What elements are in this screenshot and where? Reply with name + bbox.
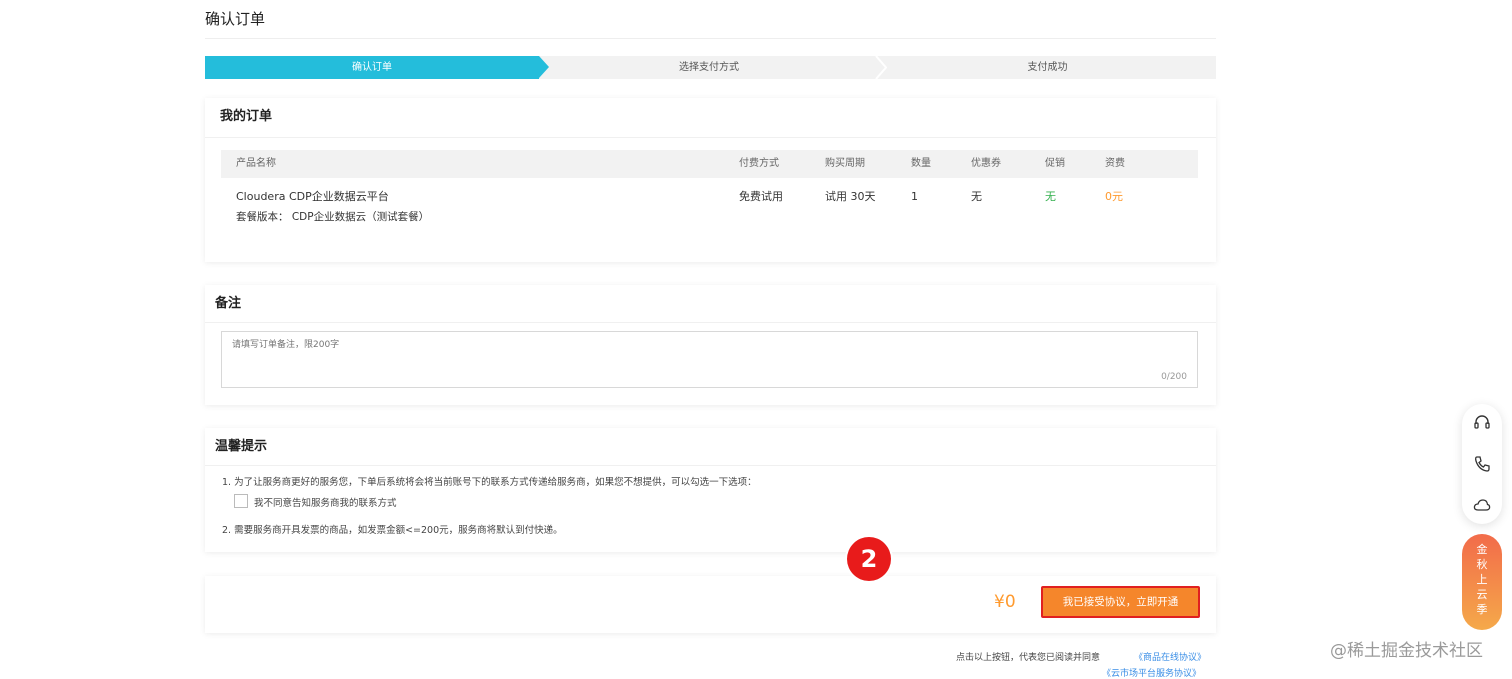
- package-version: 套餐版本： CDP企业数据云（测试套餐）: [236, 211, 430, 223]
- tips-card: 温馨提示 1. 为了让服务商更好的服务您，下单后系统将会将当前账号下的联系方式传…: [205, 428, 1216, 552]
- purchase-period: 试用 30天: [825, 190, 876, 203]
- product-agreement-link[interactable]: 《商品在线协议》: [1134, 650, 1206, 663]
- title-divider: [205, 38, 1216, 39]
- floating-toolbar: [1462, 404, 1502, 524]
- payment-method: 免费试用: [739, 190, 783, 203]
- promo-char: 上: [1476, 573, 1488, 586]
- platform-agreement-link[interactable]: 《云市场平台服务协议》: [1102, 666, 1201, 679]
- tips-heading: 温馨提示: [205, 428, 1216, 466]
- char-counter: 0/200: [1161, 372, 1187, 382]
- tip-line-2: 2. 需要服务商开具发票的商品，如发票金额<=200元，服务商将默认到付快递。: [222, 525, 563, 536]
- phone-icon[interactable]: [1473, 455, 1491, 473]
- order-table-header: 产品名称 付费方式 购买周期 数量 优惠券 促销 资费: [221, 150, 1198, 178]
- price-value: 0元: [1105, 190, 1123, 203]
- cloud-icon[interactable]: [1473, 496, 1491, 514]
- remark-box: 0/200: [221, 331, 1198, 388]
- watermark: @稀土掘金技术社区: [1330, 641, 1483, 661]
- quantity-value: 1: [911, 190, 918, 203]
- order-card: 我的订单 产品名称 付费方式 购买周期 数量 优惠券 促销 资费 Clouder…: [205, 98, 1216, 262]
- col-quantity: 数量: [911, 158, 931, 169]
- order-heading: 我的订单: [205, 98, 1216, 138]
- remark-card: 备注 0/200: [205, 285, 1216, 405]
- col-coupon: 优惠券: [971, 158, 1001, 169]
- col-price: 资费: [1105, 158, 1125, 169]
- checkbox-label[interactable]: 我不同意告知服务商我的联系方式: [254, 495, 397, 509]
- col-payment: 付费方式: [739, 158, 779, 169]
- promo-char: 金: [1476, 543, 1488, 556]
- promotion-value: 无: [1045, 190, 1056, 203]
- agreement-note: 点击以上按钮，代表您已阅读并同意: [956, 653, 1101, 663]
- remark-heading: 备注: [205, 285, 1216, 323]
- col-promotion: 促销: [1045, 158, 1065, 169]
- autumn-promo-badge[interactable]: 金 秋 上 云 季: [1462, 534, 1502, 630]
- promo-char: 云: [1476, 588, 1488, 601]
- progress-steps: 确认订单 选择支付方式 支付成功: [205, 56, 1216, 79]
- remark-input[interactable]: [222, 332, 1197, 387]
- col-period: 购买周期: [825, 158, 865, 169]
- tip-line-1: 1. 为了让服务商更好的服务您，下单后系统将会将当前账号下的联系方式传递给服务商…: [222, 477, 757, 488]
- col-product-name: 产品名称: [236, 158, 276, 169]
- page-title: 确认订单: [205, 10, 266, 28]
- checkout-bar: ¥0 我已接受协议，立即开通: [205, 576, 1216, 633]
- step-number-badge: 2: [847, 537, 891, 581]
- contact-optout-checkbox[interactable]: [234, 494, 248, 508]
- step-select-payment: 选择支付方式: [679, 62, 739, 73]
- step-confirm-order: 确认订单: [205, 56, 549, 79]
- headset-icon[interactable]: [1473, 414, 1491, 432]
- table-row: Cloudera CDP企业数据云平台 套餐版本： CDP企业数据云（测试套餐）…: [221, 186, 1198, 236]
- product-name: Cloudera CDP企业数据云平台: [236, 190, 389, 203]
- promo-char: 季: [1476, 603, 1488, 616]
- coupon-value: 无: [971, 190, 982, 203]
- accept-and-activate-button[interactable]: 我已接受协议，立即开通: [1041, 586, 1200, 618]
- total-price: ¥0: [994, 592, 1016, 612]
- step-payment-success: 支付成功: [1027, 62, 1068, 73]
- promo-char: 秋: [1476, 558, 1488, 571]
